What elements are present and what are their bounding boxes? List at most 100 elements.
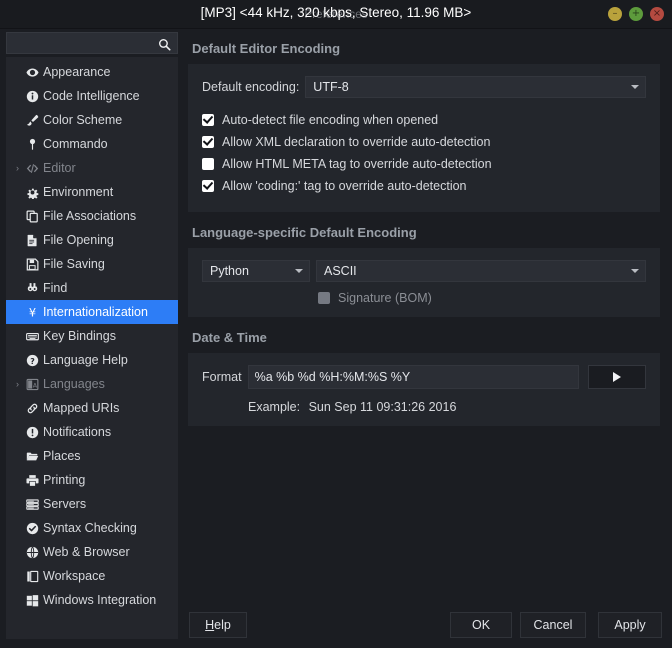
play-icon <box>613 372 621 382</box>
sidebar-item-web-browser[interactable]: Web & Browser <box>6 540 178 564</box>
maximize-button[interactable]: + <box>629 7 643 21</box>
link-icon <box>23 402 42 415</box>
sidebar-item-label: Notifications <box>43 425 112 439</box>
format-label: Format <box>202 370 242 384</box>
sidebar-item-label: Language Help <box>43 353 128 367</box>
sidebar-item-key-bindings[interactable]: Key Bindings <box>6 324 178 348</box>
bom-row[interactable]: Signature (BOM) <box>202 291 646 305</box>
sidebar-item-label: Internationalization <box>43 305 148 319</box>
format-row: Format <box>202 365 646 389</box>
window-controls: – + × <box>608 7 664 21</box>
cancel-button[interactable]: Cancel <box>520 612 586 638</box>
ok-button[interactable]: OK <box>450 612 512 638</box>
checkbox-row-xml-declaration[interactable]: Allow XML declaration to override auto-d… <box>202 132 646 152</box>
sidebar-item-notifications[interactable]: Notifications <box>6 420 178 444</box>
language-value: Python <box>210 264 249 278</box>
sidebar-item-label: Windows Integration <box>43 593 157 607</box>
checkbox-row-html-meta[interactable]: Allow HTML META tag to override auto-det… <box>202 154 646 174</box>
coding-tag-checkbox[interactable] <box>202 180 214 192</box>
sidebar-item-color-scheme[interactable]: Color Scheme <box>6 108 178 132</box>
printer-icon <box>23 474 42 487</box>
preferences-window: Preferences [MP3] <44 kHz, 320 kbps, Ste… <box>0 0 672 648</box>
svg-text:?: ? <box>30 356 35 365</box>
search-input[interactable] <box>7 33 177 53</box>
help-label-rest: elp <box>214 618 231 632</box>
sidebar-item-internationalization[interactable]: ¥ Internationalization <box>6 300 178 324</box>
language-select[interactable]: Python <box>202 260 310 282</box>
check-circle-icon <box>23 522 42 535</box>
auto-detect-checkbox[interactable] <box>202 114 214 126</box>
search-box[interactable] <box>6 32 178 54</box>
default-encoding-row: Default encoding: UTF-8 <box>202 76 646 98</box>
chevron-down-icon <box>631 269 639 273</box>
signature-bom-label: Signature (BOM) <box>338 291 432 305</box>
sidebar-item-label: Servers <box>43 497 87 511</box>
sidebar-item-mapped-uris[interactable]: Mapped URIs <box>6 396 178 420</box>
sidebar-item-file-saving[interactable]: File Saving <box>6 252 178 276</box>
apply-button[interactable]: Apply <box>598 612 662 638</box>
sidebar-item-label: Languages <box>43 377 105 391</box>
default-encoding-label: Default encoding: <box>202 80 300 94</box>
copy-files-icon <box>23 210 42 223</box>
sidebar-item-label: Find <box>43 281 68 295</box>
format-example: Example: Sun Sep 11 09:31:26 2016 <box>202 400 646 414</box>
help-button[interactable]: Help <box>189 612 247 638</box>
chevron-down-icon <box>295 269 303 273</box>
section-title-language-specific-encoding: Language-specific Default Encoding <box>192 225 417 240</box>
default-encoding-select[interactable]: UTF-8 <box>305 76 646 98</box>
auto-detect-label: Auto-detect file encoding when opened <box>222 113 439 127</box>
sidebar-item-editor[interactable]: › Editor <box>6 156 178 180</box>
checkbox-row-coding-tag[interactable]: Allow 'coding:' tag to override auto-det… <box>202 176 646 196</box>
sidebar-item-languages[interactable]: › A Languages <box>6 372 178 396</box>
sidebar-item-syntax-checking[interactable]: Syntax Checking <box>6 516 178 540</box>
svg-text:A: A <box>33 382 38 389</box>
globe-icon <box>23 546 42 559</box>
sidebar-item-commando[interactable]: Commando <box>6 132 178 156</box>
sidebar-item-find[interactable]: Find <box>6 276 178 300</box>
sidebar-item-label: File Associations <box>43 209 137 223</box>
sidebar-item-label: Printing <box>43 473 86 487</box>
floppy-disk-icon <box>23 258 42 271</box>
sidebar-item-file-opening[interactable]: File Opening <box>6 228 178 252</box>
xml-declaration-checkbox[interactable] <box>202 136 214 148</box>
default-editor-encoding-group: Default encoding: UTF-8 Auto-detect file… <box>188 64 660 212</box>
sidebar-item-label: Mapped URIs <box>43 401 120 415</box>
main-panel: Default Editor Encoding Default encoding… <box>178 28 672 648</box>
xml-declaration-label: Allow XML declaration to override auto-d… <box>222 135 491 149</box>
preview-format-button[interactable] <box>588 365 646 389</box>
sidebar-item-label: Editor <box>43 161 76 175</box>
sidebar-item-label: Code Intelligence <box>43 89 140 103</box>
question-circle-icon: ? <box>23 354 42 367</box>
html-meta-checkbox[interactable] <box>202 158 214 170</box>
dialog-body: Appearance Code Intelligence Color Scheme C… <box>0 28 672 648</box>
sidebar-item-servers[interactable]: Servers <box>6 492 178 516</box>
language-encoding-select[interactable]: ASCII <box>316 260 646 282</box>
preferences-tree[interactable]: Appearance Code Intelligence Color Scheme C… <box>6 57 178 639</box>
language-encoding-row: Python ASCII <box>202 260 646 282</box>
sidebar-item-label: Syntax Checking <box>43 521 137 535</box>
sidebar-item-language-help[interactable]: ? Language Help <box>6 348 178 372</box>
format-input[interactable] <box>247 365 579 389</box>
sidebar-item-label: Appearance <box>43 65 111 79</box>
chevron-right-icon[interactable]: › <box>12 163 23 173</box>
sidebar-item-appearance[interactable]: Appearance <box>6 60 178 84</box>
sidebar-item-label: Web & Browser <box>43 545 130 559</box>
sidebar-item-code-intelligence[interactable]: Code Intelligence <box>6 84 178 108</box>
server-stack-icon <box>23 498 42 511</box>
checkbox-row-auto-detect[interactable]: Auto-detect file encoding when opened <box>202 110 646 130</box>
title-bar: Preferences [MP3] <44 kHz, 320 kbps, Ste… <box>0 0 672 29</box>
minimize-button[interactable]: – <box>608 7 622 21</box>
chevron-right-icon[interactable]: › <box>12 379 23 389</box>
pin-icon <box>23 138 42 151</box>
sidebar-item-workspace[interactable]: Workspace <box>6 564 178 588</box>
sidebar-item-label: File Opening <box>43 233 114 247</box>
sidebar-item-windows-integration[interactable]: Windows Integration <box>6 588 178 612</box>
sidebar-item-printing[interactable]: Printing <box>6 468 178 492</box>
signature-bom-checkbox[interactable] <box>318 292 330 304</box>
sidebar-item-file-associations[interactable]: File Associations <box>6 204 178 228</box>
window-panes-icon <box>23 570 42 583</box>
html-meta-label: Allow HTML META tag to override auto-det… <box>222 157 492 171</box>
close-button[interactable]: × <box>650 7 664 21</box>
sidebar-item-places[interactable]: Places <box>6 444 178 468</box>
sidebar-item-environment[interactable]: Environment <box>6 180 178 204</box>
